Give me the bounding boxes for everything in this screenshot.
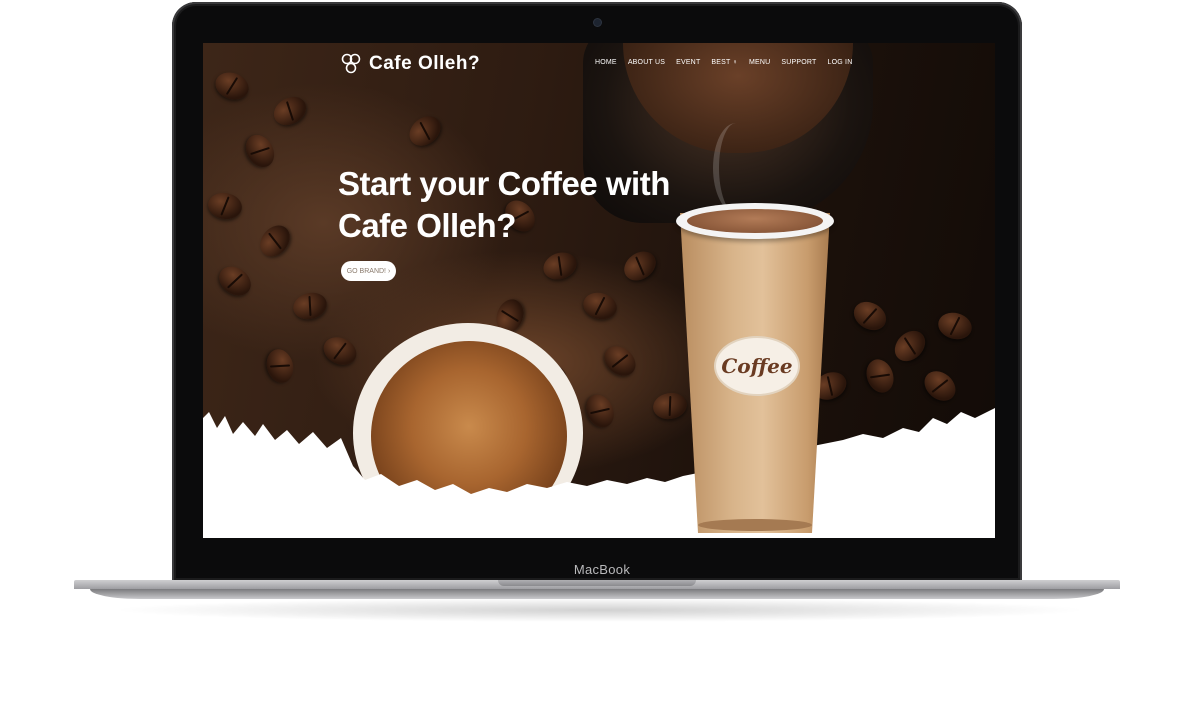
nav-best[interactable]: BEST ♀ [711, 59, 738, 66]
paper-cup-base [698, 519, 812, 531]
cup-label: Coffee [714, 336, 800, 396]
laptop-hinge-notch [498, 580, 696, 586]
go-brand-button[interactable]: GO BRAND! › [341, 261, 396, 281]
hero-title-line1: Start your Coffee with [338, 165, 670, 202]
nav-about-us[interactable]: ABOUT US [628, 59, 665, 66]
paper-cup-coffee [687, 209, 823, 233]
laptop-base-edge [90, 589, 1104, 599]
laptop-shadow [110, 598, 1090, 622]
website-screen: Coffee Cafe Olleh? HOME ABOUT US EVENT B… [203, 43, 995, 538]
device-brand-label: MacBook [573, 562, 631, 577]
camera-icon [594, 19, 601, 26]
steam-image [713, 123, 759, 213]
nav-home[interactable]: HOME [595, 59, 617, 66]
logo-text: Cafe Olleh? [369, 53, 481, 74]
hero-title: Start your Coffee with Cafe Olleh? [338, 163, 678, 247]
nav-support[interactable]: SUPPORT [781, 59, 816, 66]
nav-menu[interactable]: MENU [749, 59, 770, 66]
hero-title-line2: Cafe Olleh? [338, 207, 516, 244]
nav-event[interactable]: EVENT [676, 59, 700, 66]
site-logo[interactable]: Cafe Olleh? [341, 53, 480, 75]
torn-paper-divider [203, 408, 995, 538]
logo-icon [341, 53, 361, 74]
main-nav: HOME ABOUT US EVENT BEST ♀ MENU SUPPORT … [595, 59, 852, 66]
nav-log-in[interactable]: LOG IN [828, 59, 853, 66]
